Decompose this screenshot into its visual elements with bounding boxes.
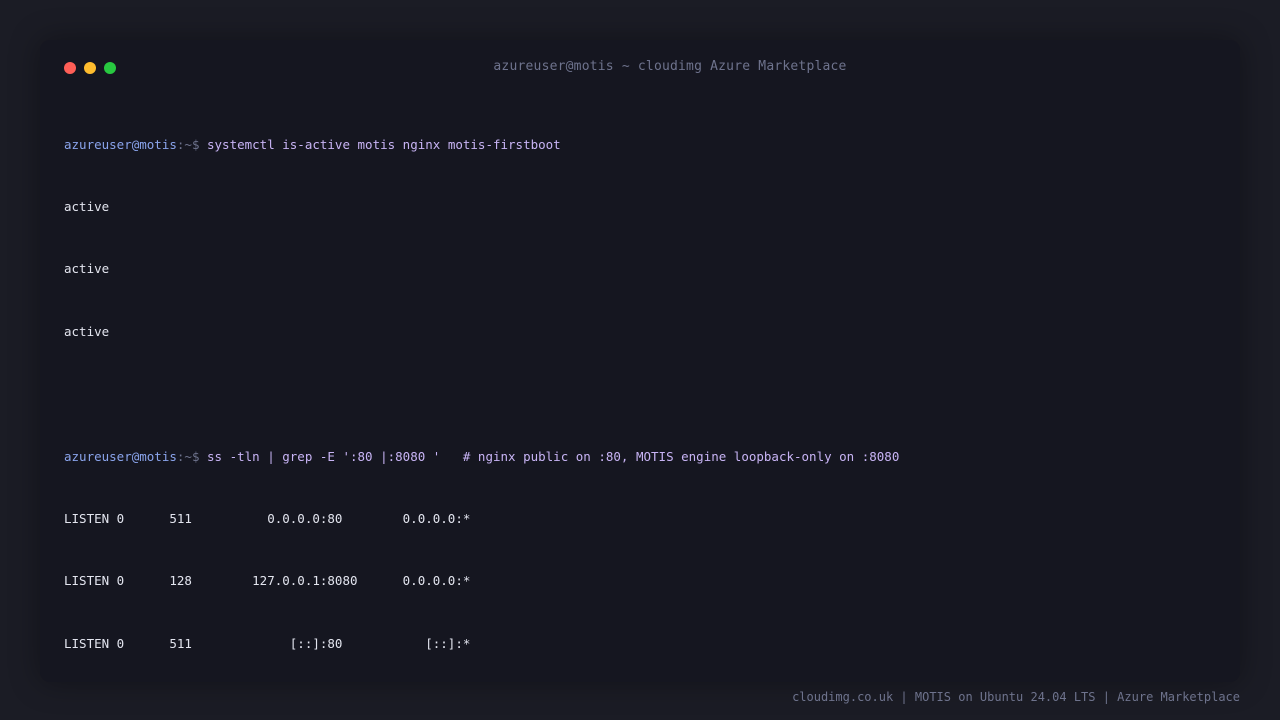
output-line: active	[64, 261, 110, 277]
prompt-path: :~$	[176, 448, 207, 464]
terminal-output[interactable]: azureuser@motis:~$ systemctl is-active m…	[64, 93, 899, 696]
footer-caption: cloudimg.co.uk | MOTIS on Ubuntu 24.04 L…	[792, 690, 1240, 704]
output-line: LISTEN 0 511 0.0.0.0:80 0.0.0.0:*	[64, 510, 471, 526]
command-text: systemctl is-active motis nginx motis-fi…	[207, 136, 561, 152]
output-line: LISTEN 0 511 [::]:80 [::]:*	[64, 635, 471, 651]
prompt-user: azureuser@motis	[64, 136, 177, 152]
command-line: azureuser@motis:~$ systemctl is-active m…	[64, 135, 899, 156]
command-line: azureuser@motis:~$ ss -tln | grep -E ':8…	[64, 447, 899, 468]
output-line: LISTEN 0 128 127.0.0.1:8080 0.0.0.0:*	[64, 573, 471, 589]
output-line: active	[64, 198, 110, 214]
window-title: azureuser@motis ~ cloudimg Azure Marketp…	[493, 59, 847, 74]
command-text: ss -tln | grep -E ':80 |:8080 ' # nginx …	[207, 448, 900, 464]
prompt-user: azureuser@motis	[64, 448, 177, 464]
prompt-path: :~$	[176, 136, 207, 152]
title-bar: azureuser@motis ~ cloudimg Azure Marketp…	[40, 40, 1240, 96]
terminal-window: azureuser@motis ~ cloudimg Azure Marketp…	[40, 40, 1240, 682]
output-line: active	[64, 323, 110, 339]
